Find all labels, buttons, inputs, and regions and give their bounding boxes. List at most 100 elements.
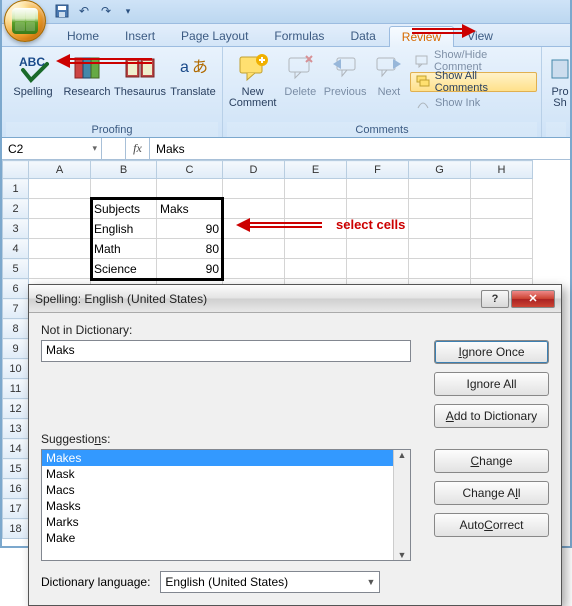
col-A[interactable]: A [29, 161, 91, 179]
col-C[interactable]: C [157, 161, 223, 179]
ignore-all-button[interactable]: Ignore All [434, 372, 549, 396]
row-13[interactable]: 13 [3, 419, 29, 439]
fx-button[interactable]: fx [126, 138, 150, 159]
research-button[interactable]: Research [62, 49, 112, 119]
row-3[interactable]: 3 [3, 219, 29, 239]
protect-l2: Sh [553, 97, 566, 109]
suggestion-item[interactable]: Mask [42, 466, 410, 482]
add-to-dictionary-button[interactable]: Add to Dictionary [434, 404, 549, 428]
cell-B3[interactable]: English [91, 219, 157, 239]
tab-data[interactable]: Data [337, 25, 388, 46]
scroll-up-icon[interactable]: ▲ [398, 450, 407, 460]
cell-C5[interactable]: 90 [157, 259, 223, 279]
suggestion-item[interactable]: Makes [42, 450, 410, 466]
comments-icon [415, 74, 431, 90]
suggestion-item[interactable]: Macs [42, 482, 410, 498]
undo-icon[interactable]: ↶ [76, 3, 92, 19]
col-B[interactable]: B [91, 161, 157, 179]
select-all-corner[interactable] [3, 161, 29, 179]
spelling-dialog: Spelling: English (United States) ? ✕ No… [28, 284, 562, 606]
row-2[interactable]: 2 [3, 199, 29, 219]
tab-page-layout[interactable]: Page Layout [168, 25, 261, 46]
cell-C2[interactable]: Maks [157, 199, 223, 219]
group-proofing-label: Proofing [6, 122, 218, 137]
cell-B4[interactable]: Math [91, 239, 157, 259]
formula-value[interactable]: Maks [150, 138, 570, 159]
col-H[interactable]: H [471, 161, 533, 179]
row-11[interactable]: 11 [3, 379, 29, 399]
row-1[interactable]: 1 [3, 179, 29, 199]
listbox-scrollbar[interactable]: ▲▼ [393, 450, 410, 560]
dictionary-language-select[interactable]: English (United States) ▼ [160, 571, 380, 593]
row-18[interactable]: 18 [3, 519, 29, 539]
save-icon[interactable] [54, 3, 70, 19]
tab-formulas[interactable]: Formulas [261, 25, 337, 46]
suggestions-listbox[interactable]: Makes Mask Macs Masks Marks Make ▲▼ [41, 449, 411, 561]
dialog-title-bar[interactable]: Spelling: English (United States) ? ✕ [29, 285, 561, 313]
group-comments: New Comment Delete Previous Next [223, 47, 542, 137]
group-changes-partial: Pro Sh [542, 47, 570, 137]
name-box-value: C2 [8, 142, 23, 156]
cell-B2[interactable]: Subjects [91, 199, 157, 219]
cell-C4[interactable]: 80 [157, 239, 223, 259]
not-in-dictionary-label: Not in Dictionary: [41, 323, 549, 337]
suggestion-item[interactable]: Marks [42, 514, 410, 530]
qat-more-icon[interactable]: ▾ [120, 3, 136, 19]
row-15[interactable]: 15 [3, 459, 29, 479]
office-button[interactable] [4, 0, 46, 42]
translate-button[interactable]: aあ Translate [168, 49, 218, 119]
research-icon [71, 52, 103, 84]
col-D[interactable]: D [223, 161, 285, 179]
redo-icon[interactable]: ↷ [98, 3, 114, 19]
row-9[interactable]: 9 [3, 339, 29, 359]
row-14[interactable]: 14 [3, 439, 29, 459]
tab-view[interactable]: View [454, 25, 506, 46]
row-7[interactable]: 7 [3, 299, 29, 319]
spelling-button[interactable]: ABC Spelling [6, 49, 60, 119]
formula-text: Maks [156, 142, 185, 156]
show-hide-label: Show/Hide Comment [434, 49, 532, 73]
autocorrect-button[interactable]: AutoCorrect [434, 513, 549, 537]
ignore-once-button[interactable]: Ignore Once [434, 340, 549, 364]
show-ink-button[interactable]: Show Ink [410, 93, 537, 113]
row-10[interactable]: 10 [3, 359, 29, 379]
tab-insert[interactable]: Insert [112, 25, 168, 46]
delete-comment-button[interactable]: Delete [280, 49, 320, 119]
row-17[interactable]: 17 [3, 499, 29, 519]
row-8[interactable]: 8 [3, 319, 29, 339]
next-comment-button[interactable]: Next [370, 49, 408, 119]
dialog-help-button[interactable]: ? [481, 290, 509, 308]
scroll-down-icon[interactable]: ▼ [398, 550, 407, 560]
not-in-dictionary-input[interactable]: Maks [41, 340, 411, 362]
show-all-comments-button[interactable]: Show All Comments [410, 72, 537, 92]
col-E[interactable]: E [285, 161, 347, 179]
previous-icon [329, 52, 361, 84]
not-in-dict-value: Maks [46, 343, 75, 357]
cell-C3[interactable]: 90 [157, 219, 223, 239]
suggestion-item[interactable]: Masks [42, 498, 410, 514]
new-comment-l2: Comment [229, 97, 277, 109]
show-hide-comment-button[interactable]: Show/Hide Comment [410, 51, 537, 71]
protect-sheet-button[interactable]: Pro Sh [546, 49, 570, 119]
change-all-button[interactable]: Change All [434, 481, 549, 505]
name-box[interactable]: C2 [2, 138, 102, 159]
row-4[interactable]: 4 [3, 239, 29, 259]
thesaurus-button[interactable]: Thesaurus [114, 49, 166, 119]
row-5[interactable]: 5 [3, 259, 29, 279]
row-12[interactable]: 12 [3, 399, 29, 419]
col-F[interactable]: F [347, 161, 409, 179]
tab-review[interactable]: Review [389, 26, 454, 47]
row-6[interactable]: 6 [3, 279, 29, 299]
group-proofing: ABC Spelling Research Thesaurus aあ [2, 47, 223, 137]
change-button[interactable]: Change [434, 449, 549, 473]
dialog-close-button[interactable]: ✕ [511, 290, 555, 308]
formula-cancel [102, 138, 126, 159]
tab-home[interactable]: Home [54, 25, 112, 46]
row-16[interactable]: 16 [3, 479, 29, 499]
cell-B5[interactable]: Science [91, 259, 157, 279]
previous-comment-button[interactable]: Previous [322, 49, 368, 119]
delete-label: Delete [284, 86, 316, 98]
col-G[interactable]: G [409, 161, 471, 179]
new-comment-button[interactable]: New Comment [227, 49, 278, 119]
suggestion-item[interactable]: Make [42, 530, 410, 546]
